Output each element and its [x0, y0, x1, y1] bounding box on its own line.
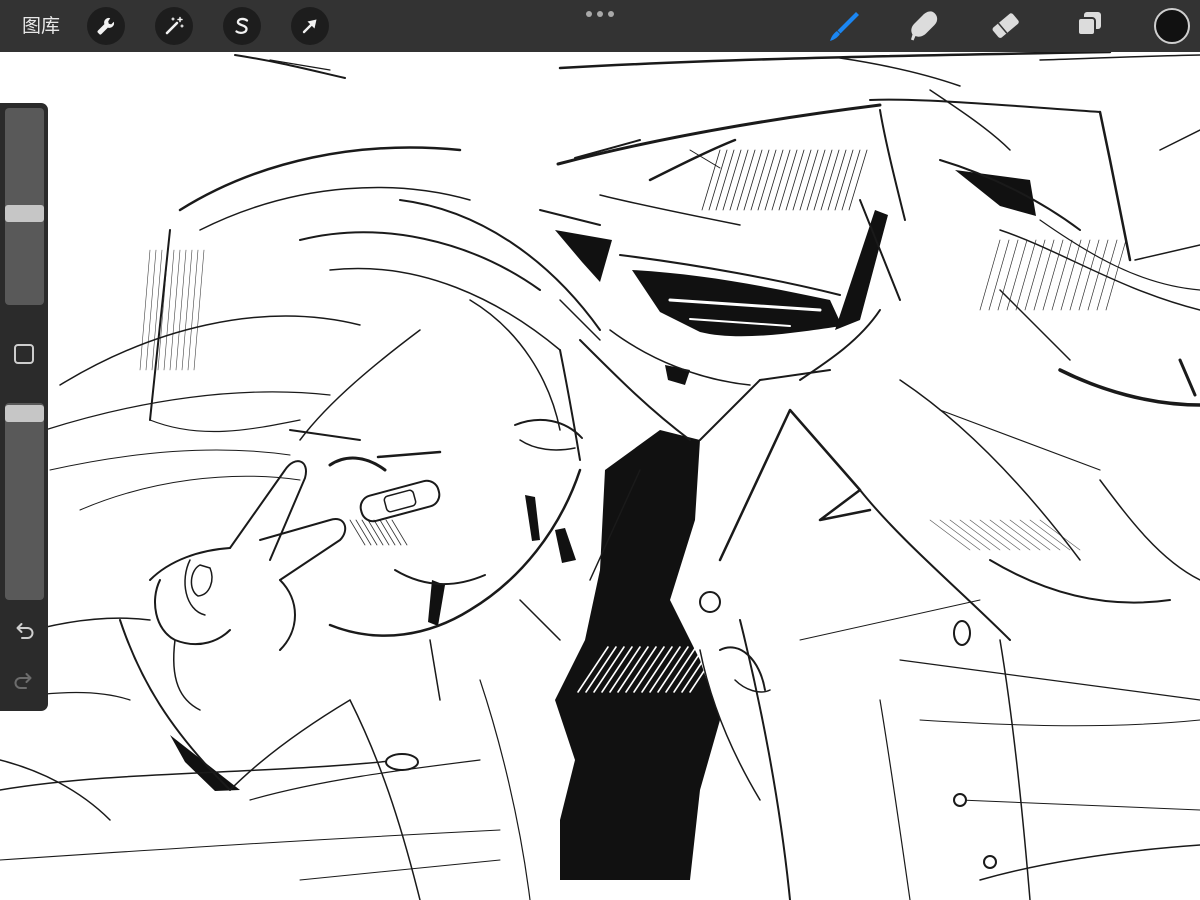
hatch-stroke	[1078, 239, 1100, 311]
hatch-stroke	[361, 519, 378, 546]
transform-button[interactable]	[291, 7, 329, 45]
hatch-stroke	[1096, 239, 1118, 311]
eraser-tool-button[interactable]	[986, 6, 1026, 46]
hatch-stroke	[367, 519, 384, 546]
adjustments-button[interactable]	[155, 7, 193, 45]
hatch-stroke	[989, 519, 1031, 551]
brush-size-slider[interactable]	[5, 108, 44, 305]
hatch-stroke	[764, 149, 784, 211]
hatch-stroke	[139, 249, 151, 371]
dot	[608, 11, 614, 17]
more-dots-icon[interactable]	[586, 10, 614, 18]
hatch-stroke	[349, 519, 366, 546]
selection-icon	[235, 17, 249, 35]
undo-button[interactable]	[4, 611, 44, 651]
hatch-stroke	[729, 149, 749, 211]
hatch-stroke	[169, 249, 181, 371]
hatch-stroke	[841, 149, 861, 211]
hatch-stroke	[979, 239, 1001, 311]
undo-icon	[16, 623, 34, 639]
hatch-stroke	[834, 149, 854, 211]
ink-fills	[170, 170, 1036, 880]
hatch-stroke	[750, 149, 770, 211]
hatch-stroke	[1105, 239, 1127, 311]
canvas-artwork[interactable]	[0, 52, 1200, 900]
hatch-stroke	[806, 149, 826, 211]
transform-arrow-icon	[302, 19, 317, 34]
hatch-stroke	[181, 249, 193, 371]
square-icon	[14, 344, 34, 364]
hatch-stroke	[1029, 519, 1071, 551]
smudge-icon	[911, 11, 938, 41]
hatch-stroke	[1015, 239, 1037, 311]
hatch-stroke	[792, 149, 812, 211]
brush-tool-button[interactable]	[825, 6, 865, 46]
hatch-stroke	[373, 519, 390, 546]
dot	[586, 11, 592, 17]
gallery-button[interactable]: 图库	[22, 12, 60, 40]
redo-icon	[14, 673, 32, 689]
modify-button[interactable]	[4, 334, 44, 374]
hatch-stroke	[929, 519, 971, 551]
hatch-stroke	[949, 519, 991, 551]
dot	[597, 11, 603, 17]
hatch-stroke	[1024, 239, 1046, 311]
hatch-stroke	[708, 149, 728, 211]
left-sidebar	[0, 103, 48, 711]
hatch-stroke	[379, 519, 396, 546]
hatch-stroke	[988, 239, 1010, 311]
hatch-stroke	[799, 149, 819, 211]
opacity-slider[interactable]	[5, 403, 44, 600]
brush-icon	[830, 12, 859, 41]
top-toolbar: 图库	[0, 0, 1200, 52]
hatch-stroke	[1009, 519, 1051, 551]
hatch-stroke	[743, 149, 763, 211]
actions-button[interactable]	[87, 7, 125, 45]
hatch-stroke	[385, 519, 402, 546]
hatch-stroke	[959, 519, 1001, 551]
hatch-stroke	[715, 149, 735, 211]
layers-icon	[1077, 12, 1101, 36]
smudge-tool-button[interactable]	[905, 6, 945, 46]
hatch-stroke	[1051, 239, 1073, 311]
magic-wand-icon	[165, 16, 184, 35]
hatch-stroke	[1019, 519, 1061, 551]
hatch-stroke	[722, 149, 742, 211]
layers-button[interactable]	[1069, 6, 1109, 46]
hatch-stroke	[778, 149, 798, 211]
hatch-stroke	[187, 249, 199, 371]
color-picker-button[interactable]	[1154, 8, 1190, 44]
hatch-stroke	[757, 149, 777, 211]
hatch-stroke	[1060, 239, 1082, 311]
hatch-stroke	[1042, 239, 1064, 311]
eraser-icon	[992, 13, 1019, 38]
hatch-stroke	[813, 149, 833, 211]
hatch-stroke	[979, 519, 1021, 551]
hatch-stroke	[969, 519, 1011, 551]
redo-button[interactable]	[4, 661, 44, 701]
hatch-stroke	[355, 519, 372, 546]
hatch-stroke	[145, 249, 157, 371]
hatch-stroke	[736, 149, 756, 211]
wrench-icon	[97, 17, 115, 35]
selection-button[interactable]	[223, 7, 261, 45]
hatch-stroke	[997, 239, 1019, 311]
hatch-stroke	[785, 149, 805, 211]
hatch-stroke	[175, 249, 187, 371]
hatch-stroke	[999, 519, 1041, 551]
hatch-stroke	[848, 149, 868, 211]
brush-size-slider-thumb[interactable]	[5, 205, 44, 223]
hatch-stroke	[820, 149, 840, 211]
opacity-slider-thumb[interactable]	[5, 404, 44, 422]
hatch-stroke	[193, 249, 205, 371]
hatch-stroke	[827, 149, 847, 211]
drawing-canvas[interactable]	[0, 52, 1200, 900]
hatch-stroke	[391, 519, 408, 546]
hatch-stroke	[771, 149, 791, 211]
hatch-stroke	[939, 519, 981, 551]
